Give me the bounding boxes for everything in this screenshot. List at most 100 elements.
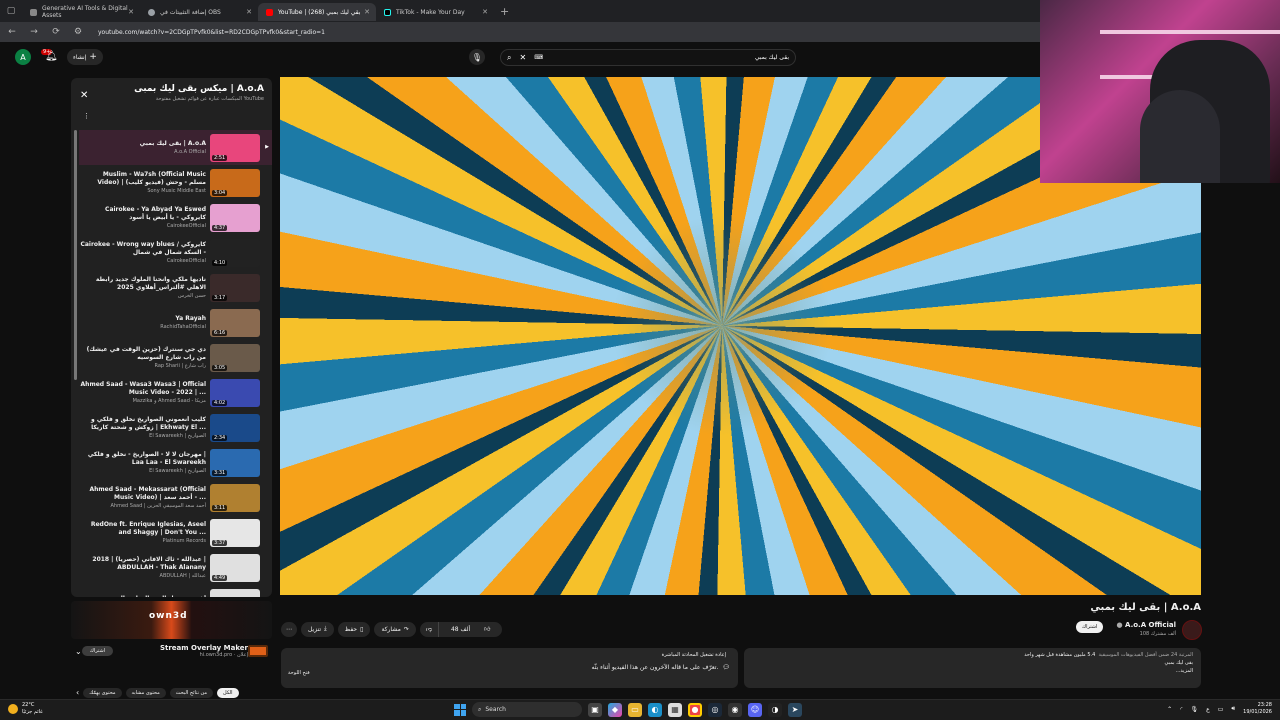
reload-icon[interactable]: ⟳ — [50, 27, 62, 37]
edge-icon[interactable]: ◐ — [648, 702, 662, 717]
search-icon[interactable]: ⌕ — [507, 53, 511, 63]
chevron-down-icon[interactable]: ⌄ — [75, 647, 82, 656]
ad-card[interactable]: own3d ⌄ اشتراك Stream Overlay Maker hi.o… — [71, 601, 272, 669]
playlist-item-thumbnail[interactable]: 4:49 — [210, 553, 260, 582]
playlist-item-thumbnail[interactable]: 4:02 — [210, 378, 260, 407]
chip-from-search[interactable]: من نتائج البحث — [169, 687, 214, 698]
playlist-item-thumbnail[interactable]: 4:10 — [210, 238, 260, 267]
language-indicator[interactable]: ع — [1206, 706, 1210, 713]
keyboard-icon[interactable]: ⌨ — [534, 54, 543, 61]
taskbar-search[interactable]: ⌕ Search — [472, 702, 582, 717]
chevron-left-icon[interactable]: ‹ — [76, 688, 79, 697]
tab-close-icon[interactable]: ✕ — [246, 8, 252, 16]
clock[interactable]: 23:28 19/01/2026 — [1243, 702, 1272, 716]
url-field[interactable]: youtube.com/watch?v=2CDGpTPvfk0&list=RD2… — [98, 29, 325, 36]
tab-close-icon[interactable]: ✕ — [482, 8, 488, 16]
playlist-item-thumbnail[interactable] — [210, 588, 260, 597]
playlist-item[interactable]: ناديها ملكي وانحنا الملوك جديد رابطة الا… — [79, 270, 272, 305]
steam-alt-icon[interactable]: ➤ — [788, 702, 802, 717]
bell-icon[interactable]: 🔔︎ — [45, 51, 58, 62]
playlist-item[interactable]: دي جي سنترك (حزين الوقت في عيشك) من راب … — [79, 340, 272, 375]
playlist-item[interactable]: Ahmed Saad - Wasa3 Wasa3 | Official Musi… — [79, 375, 272, 410]
network-icon[interactable]: ▭ — [1218, 706, 1224, 713]
task-view-icon[interactable]: ▣ — [588, 702, 602, 717]
playlist-item-thumbnail[interactable]: 6:16 — [210, 308, 260, 337]
site-info-icon[interactable]: ⚙ — [72, 27, 84, 37]
playlist-item[interactable]: Ya Rayah RachidTahaOfficial 6:16 — [79, 305, 272, 340]
chip-all[interactable]: الكل — [217, 687, 239, 698]
close-icon[interactable]: ✕ — [80, 90, 88, 101]
tab-1[interactable]: Generative AI Tools & Digital Assets ✕ — [22, 3, 140, 21]
tab-2[interactable]: إضافة التثبيتات في OBS ✕ — [140, 3, 258, 21]
chip-for-you[interactable]: محتوى يهمّك — [83, 687, 122, 698]
tab-favicon-icon — [30, 8, 37, 16]
playlist-item[interactable]: بقى ليك بمبي | A.o.A A.o.A Official 2:51 ▶ — [79, 130, 272, 165]
file-explorer-icon[interactable]: ▭ — [628, 702, 642, 717]
download-button[interactable]: تنزيل ⤓ — [301, 621, 334, 637]
playlist-item[interactable]: Ahmed Saad - Mekassarat (Official Music … — [79, 480, 272, 515]
app-icon[interactable]: ◑ — [768, 702, 782, 717]
channel-avatar[interactable] — [1182, 620, 1202, 640]
playlist-item-thumbnail[interactable]: 3:37 — [210, 518, 260, 547]
chevron-up-icon[interactable]: ⌃ — [1167, 706, 1172, 713]
tab-youtube[interactable]: YouTube | بقي ليك بمبي (268) ✕ — [258, 3, 376, 21]
discord-icon[interactable]: ☺ — [748, 702, 762, 717]
dislike-icon[interactable]: 👎︎ — [420, 622, 438, 637]
playlist-item-thumbnail[interactable]: 3:31 — [210, 448, 260, 477]
playlist-item-thumbnail[interactable]: 3:04 — [210, 168, 260, 197]
more-horiz-icon[interactable]: ⋯ — [281, 621, 297, 637]
search-bar[interactable]: ⌕ ✕ ⌨ بقى ليك بمبي — [500, 49, 796, 66]
obs-icon[interactable]: ◉ — [728, 702, 742, 717]
playlist-item[interactable]: Cairokee - Wrong way blues / كايروكي - ا… — [79, 235, 272, 270]
mic-icon[interactable]: 🎙︎ — [1191, 706, 1199, 713]
share-button[interactable]: مشاركة ↷ — [374, 621, 416, 637]
ad-banner[interactable]: own3d — [71, 601, 272, 639]
tab-search-icon[interactable]: ▢ — [0, 0, 22, 22]
back-icon[interactable]: ← — [6, 27, 18, 37]
playlist-item-thumbnail[interactable]: 2:51 — [210, 133, 260, 162]
playlist-scrollbar[interactable] — [74, 130, 77, 380]
playlist-item-thumbnail[interactable]: 3:05 — [210, 343, 260, 372]
volume-icon[interactable]: 🔊︎ — [1231, 705, 1235, 713]
account-avatar[interactable]: A — [15, 49, 31, 65]
steam-icon[interactable]: ◎ — [708, 702, 722, 717]
weather-widget[interactable]: 22°C غائم جزئيًا — [8, 702, 43, 716]
ad-thumbnail[interactable] — [248, 645, 268, 657]
chip-similar[interactable]: محتوى مشابه — [125, 687, 166, 698]
show-more-link[interactable]: ...المزيد — [752, 668, 1193, 674]
more-vert-icon[interactable]: ⋮ — [83, 112, 90, 120]
save-button[interactable]: حفظ ▯ — [337, 621, 371, 637]
tab-close-icon[interactable]: ✕ — [128, 8, 134, 16]
wifi-icon[interactable]: ◜ — [1180, 706, 1182, 713]
chrome-icon[interactable]: ● — [688, 702, 702, 717]
like-button[interactable]: 48 ألف 👍︎ — [439, 622, 502, 637]
playlist-item-thumbnail[interactable]: 4:37 — [210, 203, 260, 232]
playlist-item[interactable]: عبدالله - ثاك الافاني (حصرياً) | 2018 | … — [79, 550, 272, 585]
playlist-item[interactable]: RedOne ft. Enrique Iglesias, Aseel and S… — [79, 515, 272, 550]
playlist-item[interactable]: كليب أنعموني الصواريخ نخلق و فلكي و زوكش… — [79, 410, 272, 445]
playlist-item[interactable]: Cairokee - Ya Abyad Ya Eswed كايروكي - ي… — [79, 200, 272, 235]
subscribe-button[interactable]: اشتراك — [1076, 621, 1104, 633]
store-icon[interactable]: ▦ — [668, 702, 682, 717]
playlist-item[interactable]: أغنية برسول اليوم الوطني السعودي... — [79, 585, 272, 597]
tab-close-icon[interactable]: ✕ — [364, 8, 370, 16]
playlist-item[interactable]: Muslim - Wa7sh (Official Music Video) | … — [79, 165, 272, 200]
chat-icon: 💬︎ — [722, 664, 730, 671]
voice-search-icon[interactable]: 🎙︎ — [469, 49, 485, 65]
open-panel-button[interactable]: فتح اللوحة — [288, 670, 310, 676]
channel-name[interactable]: ● A.o.A Official — [1116, 621, 1176, 629]
tab-tiktok[interactable]: TikTok - Make Your Day ✕ — [376, 3, 494, 21]
playlist-item-thumbnail[interactable]: 2:34 — [210, 413, 260, 442]
copilot-icon[interactable]: ◆ — [608, 702, 622, 717]
playlist-item[interactable]: مهرجان لا لا - الصواريخ - نخلق و فلكي | … — [79, 445, 272, 480]
new-tab-icon[interactable]: + — [500, 5, 509, 18]
clear-search-icon[interactable]: ✕ — [519, 53, 526, 62]
playlist-item-thumbnail[interactable]: 3:11 — [210, 483, 260, 512]
windows-start-icon[interactable] — [454, 703, 466, 716]
playlist-item-thumbnail[interactable]: 3:17 — [210, 273, 260, 302]
ad-cta-button[interactable]: اشتراك — [81, 646, 114, 656]
create-button[interactable]: إنشاء + — [67, 49, 103, 65]
forward-icon[interactable]: → — [28, 27, 40, 37]
description-box[interactable]: المرتبة 24 ضمن أفضل الفيديوهات الموسيقية… — [744, 648, 1201, 688]
search-input[interactable]: بقى ليك بمبي — [551, 54, 789, 61]
